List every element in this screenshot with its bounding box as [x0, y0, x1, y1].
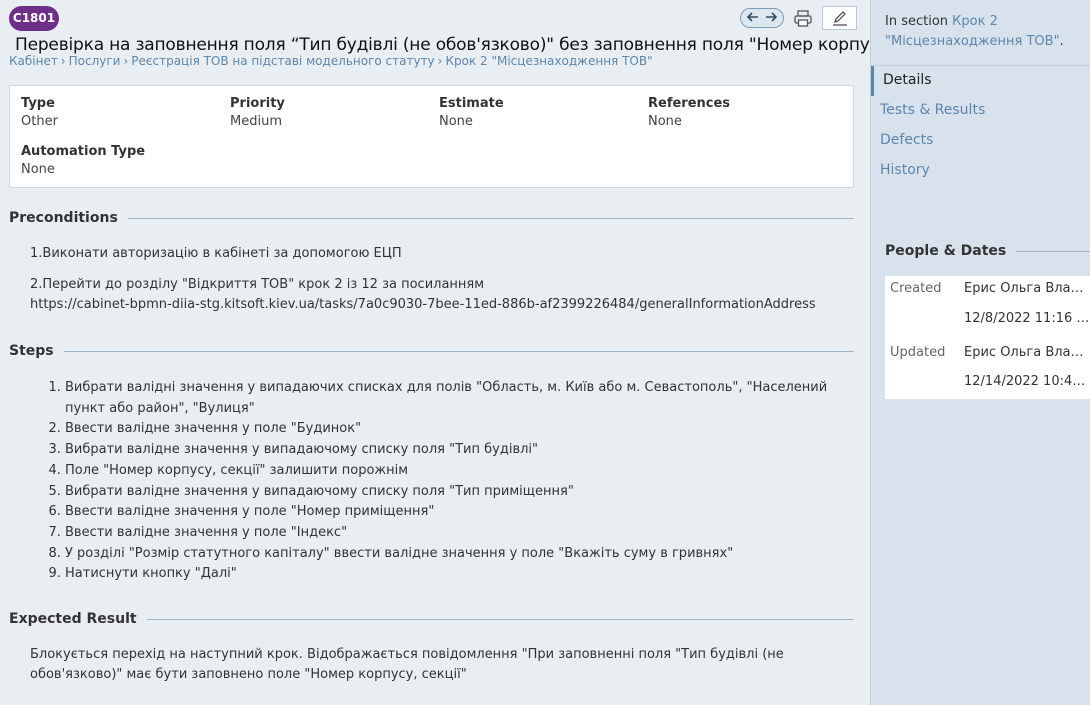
references-label: References [648, 96, 731, 111]
automation-type-value: None [21, 162, 55, 177]
nav-defects[interactable]: Defects [880, 132, 933, 148]
right-sidebar: In section Крок 2 "Місцезнаходження ТОВ"… [870, 0, 1090, 705]
expected-result-heading: Expected Result [9, 611, 854, 627]
priority-value: Medium [230, 114, 282, 129]
breadcrumb-separator: › [437, 54, 443, 68]
precondition-line-2: 2.Перейти до розділу "Відкриття ТОВ" кро… [30, 277, 485, 292]
step-item: Ввести валідне значення у поле "Номер пр… [65, 502, 845, 523]
nav-details[interactable]: Details [883, 72, 932, 88]
automation-type-label: Automation Type [21, 144, 146, 159]
breadcrumb-item[interactable]: Кабінет [9, 54, 58, 68]
steps-list: Вибрати валідні значення у випадаючих сп… [65, 378, 845, 585]
nav-history[interactable]: History [880, 162, 930, 178]
step-item: Вибрати валідне значення у випадаючому с… [65, 482, 845, 503]
updated-by: Ерис Ольга Владимировна [964, 345, 1090, 360]
arrow-right-icon[interactable] [765, 11, 778, 26]
references-value: None [648, 114, 682, 129]
divider [127, 217, 854, 219]
printer-icon [794, 9, 812, 27]
active-nav-indicator [871, 66, 874, 96]
type-value: Other [21, 114, 58, 129]
breadcrumb-item[interactable]: Реєстрація ТОВ на підставі модельного ст… [131, 54, 434, 68]
step-item: Ввести валідне значення у поле "Індекс" [65, 523, 845, 544]
updated-label: Updated [890, 345, 946, 360]
priority-field: Priority Medium [230, 96, 285, 129]
expected-result-text: Блокується перехід на наступний крок. Ві… [30, 647, 784, 682]
step-item: Вибрати валідне значення у випадаючому с… [65, 440, 845, 461]
step-item: У розділі "Розмір статутного капіталу" в… [65, 544, 845, 565]
precondition-line-1: 1.Виконати авторизацію в кабінеті за доп… [30, 246, 402, 261]
prev-next-nav [740, 8, 784, 28]
case-fields-box: Type Other Priority Medium Estimate None… [9, 85, 854, 188]
divider [63, 350, 854, 352]
breadcrumb-item[interactable]: Крок 2 "Місцезнаходження ТОВ" [445, 54, 652, 68]
updated-at: 12/14/2022 10:44 PM [964, 374, 1090, 389]
references-field: References None [648, 96, 730, 129]
page-title: Перевірка на заповнення поля “Тип будівл… [15, 35, 870, 55]
preconditions-heading-text: Preconditions [9, 210, 118, 226]
created-at: 12/8/2022 11:16 PM [964, 311, 1090, 326]
people-dates-box: Created Ерис Ольга Владимировна 12/8/202… [885, 276, 1090, 399]
divider [146, 618, 854, 620]
expected-heading-text: Expected Result [9, 611, 137, 627]
case-toolbar [740, 6, 857, 30]
nav-tests-results[interactable]: Tests & Results [880, 102, 985, 118]
estimate-field: Estimate None [439, 96, 504, 129]
created-label: Created [890, 281, 942, 296]
type-label: Type [21, 96, 55, 111]
people-dates-heading: People & Dates [885, 243, 1090, 259]
case-main: C1801 Перевірка на заповнення поля “Тип … [0, 0, 870, 705]
divider [871, 65, 1090, 66]
step-item: Ввести валідне значення у поле "Будинок" [65, 419, 845, 440]
in-section-info: In section Крок 2 "Місцезнаходження ТОВ"… [885, 12, 1090, 52]
breadcrumb-separator: › [60, 54, 66, 68]
in-section-suffix: . [1059, 34, 1064, 49]
print-button[interactable] [792, 7, 814, 29]
in-section-prefix: In section [885, 14, 949, 29]
people-dates-heading-text: People & Dates [885, 243, 1007, 259]
edit-button[interactable] [822, 6, 857, 30]
precondition-link[interactable]: https://cabinet-bpmn-diia-stg.kitsoft.ki… [30, 295, 840, 315]
steps-heading: Steps [9, 343, 854, 359]
step-item: Натиснути кнопку "Далі" [65, 564, 845, 585]
breadcrumb-separator: › [123, 54, 129, 68]
created-by: Ерис Ольга Владимировна [964, 281, 1090, 296]
divider [1016, 250, 1090, 252]
estimate-value: None [439, 114, 473, 129]
breadcrumb: Кабінет › Послуги › Реєстрація ТОВ на підста… [9, 54, 869, 68]
automation-type-field: Automation Type None [21, 144, 145, 177]
estimate-label: Estimate [439, 96, 504, 111]
arrow-left-icon[interactable] [746, 11, 759, 26]
case-id-badge: C1801 [9, 6, 59, 31]
breadcrumb-item[interactable]: Послуги [69, 54, 121, 68]
step-item: Поле "Номер корпусу, секції" залишити по… [65, 461, 845, 482]
priority-label: Priority [230, 96, 285, 111]
step-item: Вибрати валідні значення у випадаючих сп… [65, 378, 845, 419]
preconditions-heading: Preconditions [9, 210, 854, 226]
pencil-icon [832, 10, 847, 26]
steps-heading-text: Steps [9, 343, 54, 359]
type-field: Type Other [21, 96, 58, 129]
